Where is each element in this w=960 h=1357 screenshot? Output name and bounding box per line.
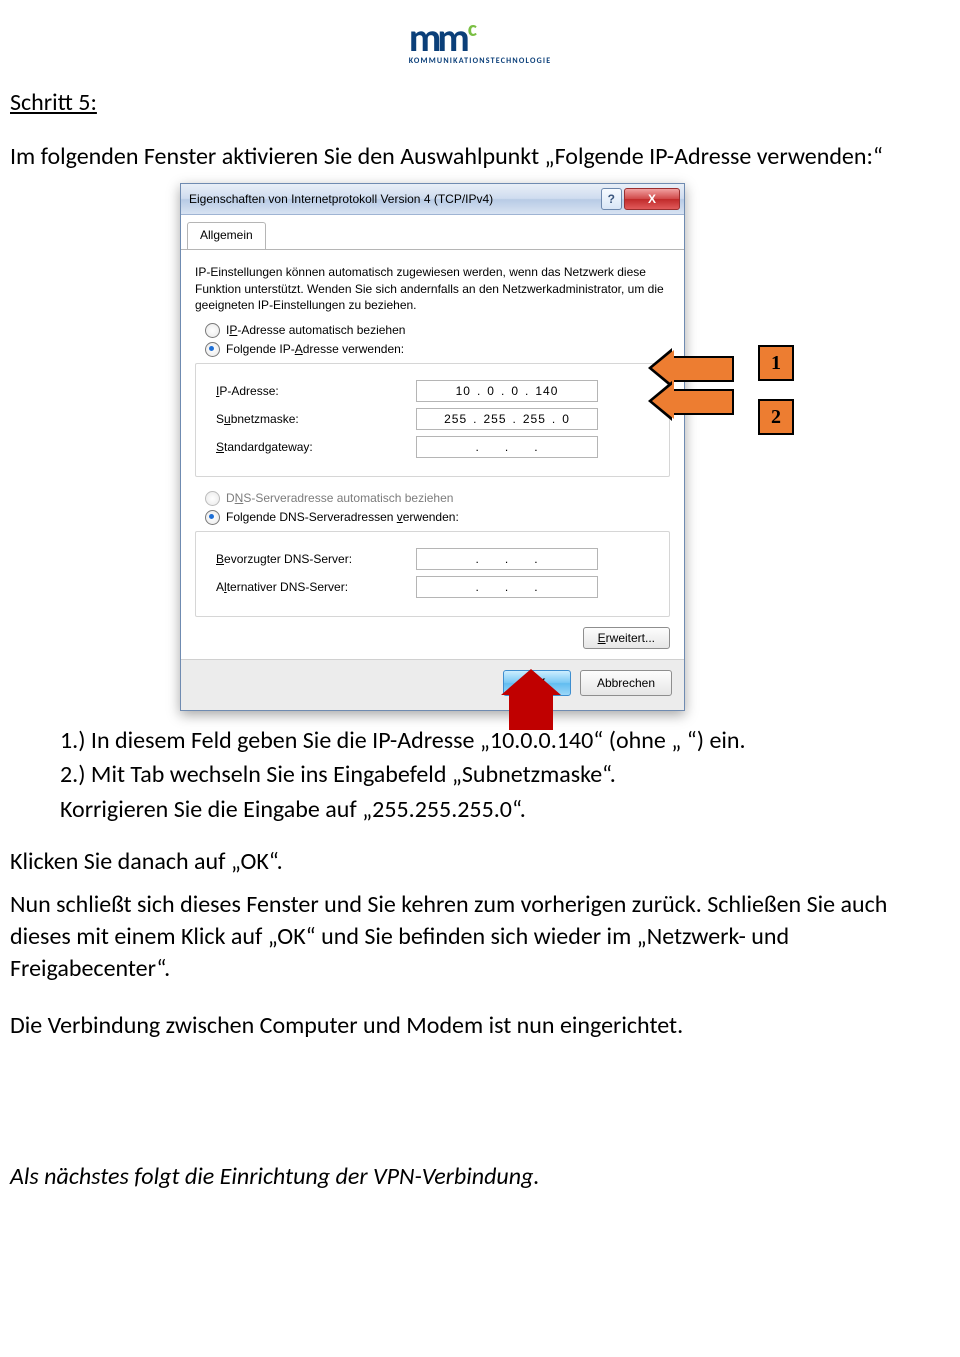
header-logo: mm c KOMMUNIKATIONSTECHNOLOGIE [0,0,960,68]
ip-address-input[interactable]: 10. 0. 0. 140 [416,380,598,402]
close-button[interactable]: X [624,188,680,210]
subnet-label: Subnetzmaske: [216,412,416,426]
footer-italic: Als nächstes folgt die Einrichtung der V… [10,1162,950,1191]
radio-dns-auto: DNS-Serveradresse automatisch beziehen [205,491,670,506]
radio-icon[interactable] [205,342,220,357]
after-list-2: Nun schließt sich dieses Fenster und Sie… [10,889,950,986]
intro-text: Im folgenden Fenster aktivieren Sie den … [10,141,950,173]
gateway-label: Standardgateway: [216,440,416,454]
radio-icon[interactable] [205,323,220,338]
dns1-input[interactable]: . . . [416,548,598,570]
radio-ip-auto-label: IP-Adresse automatisch beziehen [226,323,405,337]
radio-dns-manual-label: Folgende DNS-Serveradressen verwenden: [226,510,459,524]
radio-ip-manual-label: Folgende IP-Adresse verwenden: [226,342,404,356]
arrow-icon [670,389,734,415]
radio-dns-manual[interactable]: Folgende DNS-Serveradressen verwenden: [205,510,670,525]
logo-main: mm [409,18,466,58]
advanced-button[interactable]: Erweitert... [583,627,670,649]
ip-group: IP-Adresse: 10. 0. 0. 140 Subnetzmaske: [195,363,670,477]
dialog-titlebar: Eigenschaften von Internetprotokoll Vers… [181,184,684,215]
dns2-input[interactable]: . . . [416,576,598,598]
ok-arrow-icon [509,694,553,730]
ip-label: IP-Adresse: [216,384,416,398]
logo-sup: c [468,15,477,42]
radio-icon [205,491,220,506]
list-item: Korrigieren Sie die Eingabe auf „255.255… [60,794,950,826]
dns-group: Bevorzugter DNS-Server: . . . Alternativ… [195,531,670,617]
tab-strip: Allgemein [181,215,684,250]
after-list-1: Klicken Sie danach auf „OK“. [10,846,950,878]
after-list-3: Die Verbindung zwischen Computer und Mod… [10,1010,950,1042]
instruction-list: 1.) In diesem Feld geben Sie die IP-Adre… [10,725,950,826]
logo-subtitle: KOMMUNIKATIONSTECHNOLOGIE [409,56,552,66]
tab-general[interactable]: Allgemein [187,222,266,249]
radio-dns-auto-label: DNS-Serveradresse automatisch beziehen [226,491,453,505]
cancel-button[interactable]: Abbrechen [580,670,672,696]
arrow-icon [670,356,734,382]
dialog-description: IP-Einstellungen können automatisch zuge… [195,264,670,313]
properties-dialog: Eigenschaften von Internetprotokoll Vers… [180,183,685,711]
gateway-input[interactable]: . . . [416,436,598,458]
radio-ip-auto[interactable]: IP-Adresse automatisch beziehen [205,323,670,338]
dialog-title: Eigenschaften von Internetprotokoll Vers… [189,192,599,206]
radio-ip-manual[interactable]: Folgende IP-Adresse verwenden: [205,342,670,357]
list-item: 2.) Mit Tab wechseln Sie ins Eingabefeld… [60,759,950,791]
dns2-label: Alternativer DNS-Server: [216,580,416,594]
subnet-input[interactable]: 255. 255. 255. 0 [416,408,598,430]
marker-1: 1 [758,345,794,381]
marker-2: 2 [758,399,794,435]
list-item: 1.) In diesem Feld geben Sie die IP-Adre… [60,725,950,757]
help-button[interactable]: ? [601,188,622,210]
step-heading: Schritt 5: [10,88,950,117]
radio-icon[interactable] [205,510,220,525]
dns1-label: Bevorzugter DNS-Server: [216,552,416,566]
